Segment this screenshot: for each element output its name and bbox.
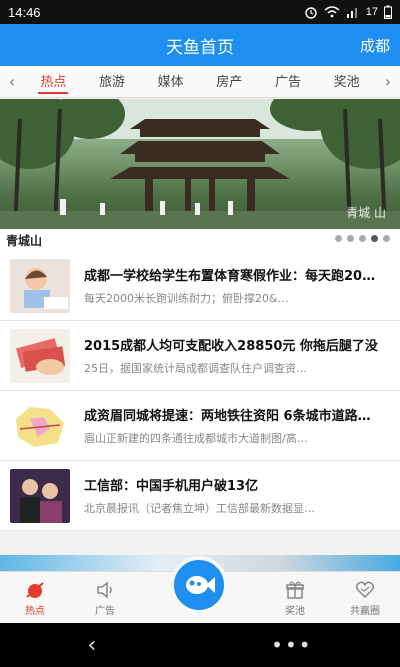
news-summary: 眉山正新建的四条通往成都城市大道制图/高… <box>84 432 308 445</box>
tabs-right-arrow-icon[interactable]: › <box>376 72 400 91</box>
tab-ads[interactable]: 广告 <box>273 69 303 94</box>
back-icon[interactable]: ‹ <box>87 633 96 658</box>
status-bar: 14:46 17 <box>0 0 400 24</box>
nav-win-circle[interactable]: 共赢圈 <box>330 572 400 623</box>
gift-icon <box>284 578 306 602</box>
app-screen: 14:46 17 天鱼首页 成都 ‹ 热点 旅游 媒体 房产 广告 奖池 › 青… <box>0 0 400 667</box>
banner-image <box>0 99 400 229</box>
news-thumbnail <box>10 258 70 313</box>
news-summary: 每天2000米长跑训练耐力；俯卧撑20&… <box>84 292 289 305</box>
tab-prize-pool[interactable]: 奖池 <box>332 69 362 94</box>
tab-travel[interactable]: 旅游 <box>97 69 127 94</box>
wifi-icon <box>324 6 340 18</box>
news-summary: 25日，据国家统计局成都调查队住户调查资… <box>84 362 307 375</box>
news-title: 成资眉同城将提速：两地铁往资阳 6条城市道路… <box>84 409 371 424</box>
tab-property[interactable]: 房产 <box>214 69 244 94</box>
news-thumbnail <box>10 398 70 453</box>
system-nav-bar: ‹ ••• <box>0 623 400 667</box>
tab-list: 热点 旅游 媒体 房产 广告 奖池 <box>24 69 376 94</box>
news-list: 成都一学校给学生布置体育寒假作业：每天跑20… 每天2000米长跑训练耐力；俯卧… <box>0 251 400 531</box>
tab-hot[interactable]: 热点 <box>38 69 69 94</box>
news-item[interactable]: 成资眉同城将提速：两地铁往资阳 6条城市道路… 眉山正新建的四条通往成都城市大道… <box>0 391 400 461</box>
speaker-icon <box>94 578 116 602</box>
hot-icon <box>24 578 46 602</box>
alarm-icon <box>305 7 317 19</box>
news-title: 成都一学校给学生布置体育寒假作业：每天跑20… <box>84 269 376 284</box>
carousel-dot-active[interactable] <box>371 235 378 242</box>
center-fish-button[interactable] <box>170 556 228 614</box>
carousel-indicator <box>335 235 390 242</box>
tabs-left-arrow-icon[interactable]: ‹ <box>0 72 24 91</box>
nav-ads[interactable]: 广告 <box>70 572 140 623</box>
news-summary: 北京晨报讯（记者焦立坤）工信部最新数据显… <box>84 502 315 515</box>
status-icons: 17 <box>304 5 392 19</box>
news-title: 工信部：中国手机用户破13亿 <box>84 479 259 494</box>
signal-icon <box>346 8 357 18</box>
news-text: 2015成都人均可支配收入28850元 你拖后腿了没 25日，据国家统计局成都调… <box>84 335 390 376</box>
battery-level: 17 <box>365 6 378 18</box>
app-header: 天鱼首页 成都 <box>0 24 400 66</box>
carousel-dot[interactable] <box>347 235 354 242</box>
nav-hot-label: 热点 <box>25 606 45 617</box>
news-thumbnail <box>10 468 70 523</box>
more-icon[interactable]: ••• <box>271 633 312 657</box>
heart-icon <box>354 578 376 602</box>
category-tabs: ‹ 热点 旅游 媒体 房产 广告 奖池 › <box>0 66 400 98</box>
nav-prize-pool-label: 奖池 <box>285 606 305 617</box>
city-selector[interactable]: 成都 <box>360 35 390 56</box>
news-title: 2015成都人均可支配收入28850元 你拖后腿了没 <box>84 339 378 354</box>
status-time: 14:46 <box>8 4 41 20</box>
news-text: 成都一学校给学生布置体育寒假作业：每天跑20… 每天2000米长跑训练耐力；俯卧… <box>84 265 390 306</box>
news-item[interactable]: 2015成都人均可支配收入28850元 你拖后腿了没 25日，据国家统计局成都调… <box>0 321 400 391</box>
page-title: 天鱼首页 <box>166 37 234 58</box>
carousel-dot[interactable] <box>359 235 366 242</box>
banner-carousel[interactable]: 青城 山 <box>0 99 400 229</box>
nav-prize-pool[interactable]: 奖池 <box>260 572 330 623</box>
carousel-dot[interactable] <box>335 235 342 242</box>
news-text: 成资眉同城将提速：两地铁往资阳 6条城市道路… 眉山正新建的四条通往成都城市大道… <box>84 405 390 446</box>
nav-hot[interactable]: 热点 <box>0 572 70 623</box>
news-item[interactable]: 工信部：中国手机用户破13亿 北京晨报讯（记者焦立坤）工信部最新数据显… <box>0 461 400 531</box>
news-item[interactable]: 成都一学校给学生布置体育寒假作业：每天跑20… 每天2000米长跑训练耐力；俯卧… <box>0 251 400 321</box>
nav-win-circle-label: 共赢圈 <box>350 606 380 617</box>
fish-icon <box>186 576 215 594</box>
tab-media[interactable]: 媒体 <box>156 69 186 94</box>
nav-ads-label: 广告 <box>95 606 115 617</box>
news-thumbnail <box>10 328 70 383</box>
carousel-dot[interactable] <box>383 235 390 242</box>
battery-icon <box>384 5 392 19</box>
banner-overlay-text: 青城 山 <box>346 206 386 220</box>
news-text: 工信部：中国手机用户破13亿 北京晨报讯（记者焦立坤）工信部最新数据显… <box>84 475 390 516</box>
